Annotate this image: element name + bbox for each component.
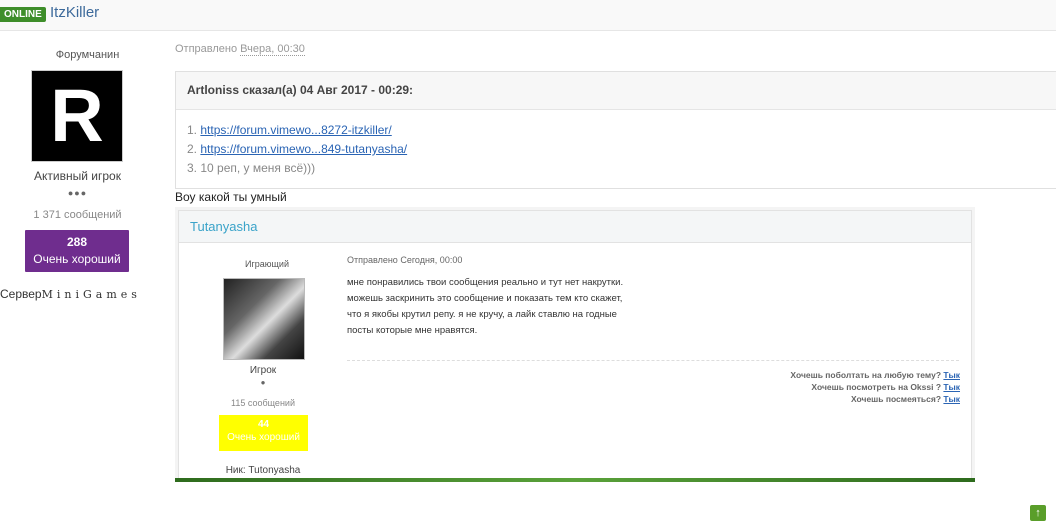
screenshot-reputation-badge: 44 Очень хороший <box>219 415 308 451</box>
screenshot-divider <box>347 360 959 361</box>
post-author-name[interactable]: ItzKiller <box>50 4 99 21</box>
screenshot-bottom-border <box>175 478 975 482</box>
post-reply-text: Воу какой ты умный <box>175 190 287 204</box>
post-sent-time: Отправлено Вчера, 00:30 <box>175 43 305 56</box>
sent-prefix: Отправлено <box>175 43 238 55</box>
screenshot-signature: Хочешь поболтать на любую тему? Тык Хоче… <box>790 370 960 404</box>
screenshot-rank-title: Играющий <box>245 259 289 269</box>
reputation-label: Очень хороший <box>33 252 121 266</box>
screenshot-post: Tutanyasha Играющий Игрок ● 115 сообщени… <box>178 210 972 482</box>
quote-line-1: 1. https://forum.vimewo...8272-itzkiller… <box>187 123 392 137</box>
quote-header: Artloniss сказал(а) 04 Авг 2017 - 00:29: <box>176 72 1056 110</box>
avatar[interactable]: R <box>31 70 123 162</box>
embedded-screenshot: Tutanyasha Играющий Игрок ● 115 сообщени… <box>175 207 975 482</box>
author-post-count: 1 371 сообщений <box>33 209 122 221</box>
screenshot-pip: ● <box>260 378 266 387</box>
arrow-up-icon[interactable]: ↑ <box>1030 505 1046 521</box>
rank-pips: ●●● <box>67 188 88 198</box>
screenshot-sent-time: Отправлено Сегодня, 00:00 <box>347 255 463 265</box>
server-name: MiniGames <box>41 288 141 301</box>
post-header-bar: ONLINE ItzKiller <box>0 0 1056 31</box>
author-server: СерверMiniGames <box>0 287 141 301</box>
sent-time-link[interactable]: Вчера, 00:30 <box>240 43 305 56</box>
screenshot-post-count: 115 сообщений <box>231 398 295 408</box>
quote-body: 1. https://forum.vimewo...8272-itzkiller… <box>176 110 1056 178</box>
screenshot-nick: Ник: Tutonyasha <box>225 465 301 476</box>
quote-block: Artloniss сказал(а) 04 Авг 2017 - 00:29:… <box>175 71 1056 189</box>
reputation-badge[interactable]: 288 Очень хороший <box>25 230 129 272</box>
quote-link-1[interactable]: https://forum.vimewo...8272-itzkiller/ <box>200 123 391 137</box>
screenshot-group: Игрок <box>249 365 277 376</box>
online-badge: ONLINE <box>0 7 46 22</box>
quote-link-2[interactable]: https://forum.vimewo...849-tutanyasha/ <box>200 142 407 156</box>
screenshot-message: мне понравились твои сообщения реально и… <box>347 277 624 336</box>
avatar-letter: R <box>50 74 104 157</box>
quote-line-2: 2. https://forum.vimewo...849-tutanyasha… <box>187 142 408 156</box>
author-group: Активный игрок <box>34 169 121 183</box>
quote-line-3: 3. 10 реп, у меня всё))) <box>187 161 316 175</box>
author-rank-title: Форумчанин <box>55 49 120 61</box>
screenshot-avatar <box>223 278 305 360</box>
screenshot-author: Tutanyasha <box>179 211 971 243</box>
reputation-value: 288 <box>66 235 88 249</box>
server-label: Сервер <box>0 287 42 301</box>
